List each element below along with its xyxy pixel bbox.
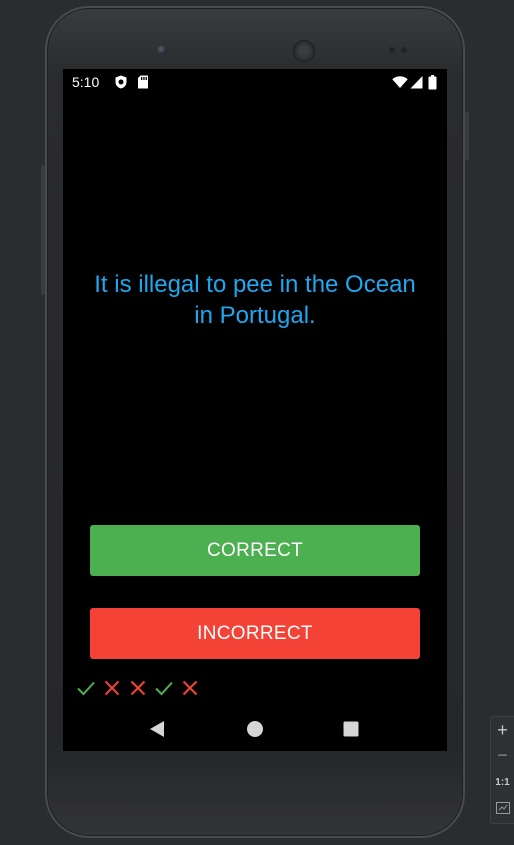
device-screen: 5:10 It is illegal to pee in the Ocean i… bbox=[63, 69, 447, 751]
front-camera bbox=[157, 45, 167, 55]
question-text: It is illegal to pee in the Ocean in Por… bbox=[94, 271, 416, 329]
status-time: 5:10 bbox=[72, 74, 100, 90]
cross-icon bbox=[182, 680, 198, 696]
zoom-in-button[interactable]: + bbox=[491, 720, 514, 741]
home-icon bbox=[247, 721, 263, 737]
back-button[interactable] bbox=[145, 717, 169, 741]
cross-icon bbox=[104, 680, 120, 696]
recents-button[interactable] bbox=[339, 717, 363, 741]
sd-card-icon bbox=[138, 75, 148, 89]
home-button[interactable] bbox=[243, 717, 267, 741]
correct-button[interactable]: CORRECT bbox=[90, 525, 420, 576]
actual-size-button[interactable]: 1:1 bbox=[491, 777, 514, 788]
fit-screen-icon bbox=[495, 802, 510, 814]
cellular-signal-icon bbox=[410, 76, 423, 89]
proximity-sensor bbox=[389, 47, 395, 53]
shield-icon bbox=[115, 75, 127, 89]
score-history bbox=[76, 678, 200, 698]
wifi-icon bbox=[392, 76, 408, 88]
recents-icon bbox=[343, 721, 359, 737]
check-icon bbox=[77, 681, 95, 696]
emulator-zoom-controls: + − 1:1 bbox=[490, 716, 514, 824]
light-sensor bbox=[401, 47, 407, 53]
incorrect-button[interactable]: INCORRECT bbox=[90, 608, 420, 659]
back-icon bbox=[150, 721, 164, 737]
power-button bbox=[41, 165, 45, 295]
volume-button bbox=[465, 112, 469, 160]
status-bar: 5:10 bbox=[63, 69, 447, 95]
battery-icon bbox=[428, 75, 437, 90]
earpiece-speaker bbox=[293, 40, 315, 62]
navigation-bar bbox=[63, 709, 447, 751]
zoom-out-button[interactable]: − bbox=[491, 745, 514, 766]
cross-icon bbox=[130, 680, 146, 696]
check-icon bbox=[155, 681, 173, 696]
fit-screen-button[interactable] bbox=[491, 801, 514, 819]
